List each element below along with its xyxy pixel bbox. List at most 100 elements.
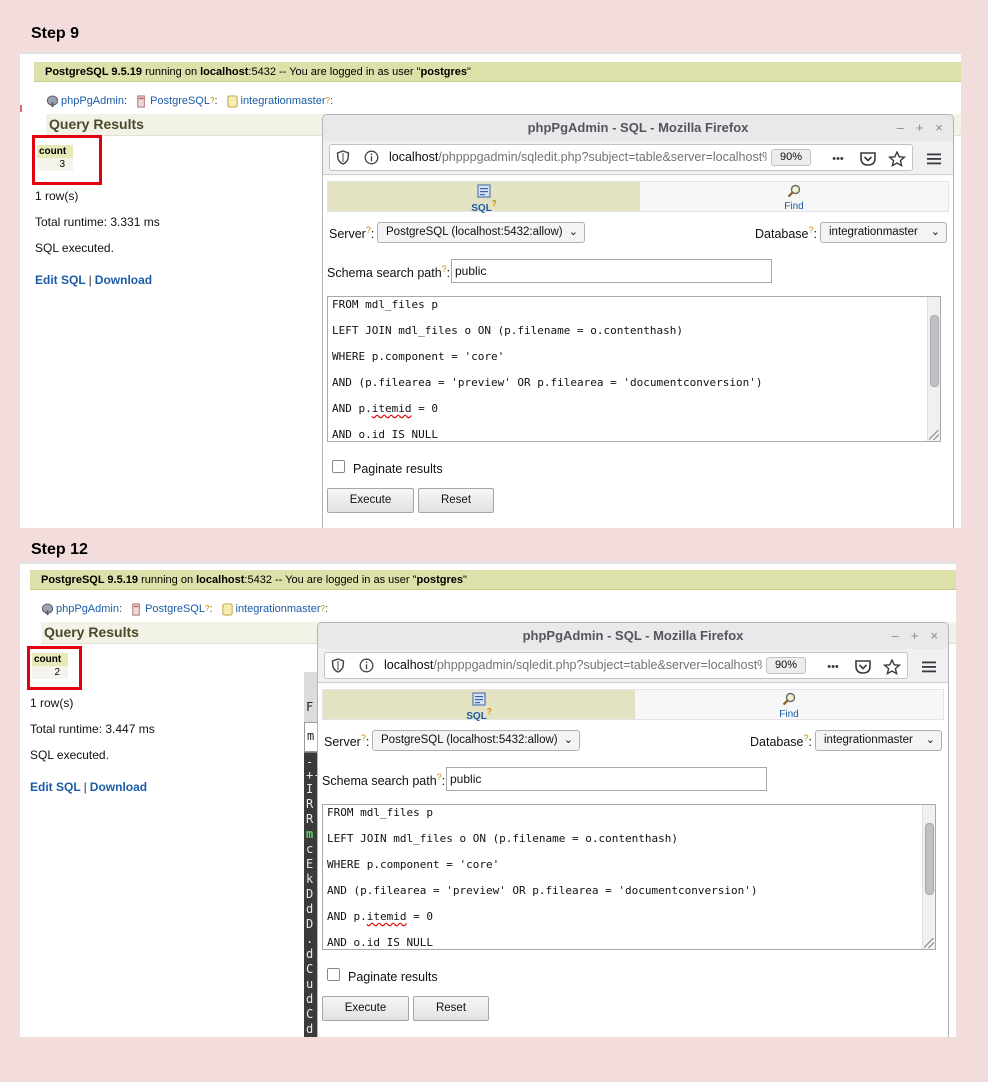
sql-scrollbar[interactable] <box>927 297 940 441</box>
sql-icon <box>477 184 491 198</box>
bookmark-star-icon[interactable] <box>888 151 906 167</box>
server-select[interactable]: PostgreSQL (localhost:5432:allow) ⌄ <box>377 222 585 243</box>
breadcrumb: phpPgAdmin: PostgreSQL?: integrationmast… <box>46 92 341 110</box>
breadcrumb-database-link[interactable]: integrationmaster <box>241 92 326 110</box>
execute-button[interactable]: Execute <box>322 996 409 1021</box>
maximize-button[interactable]: + <box>916 120 924 135</box>
elephant-icon <box>46 94 59 107</box>
info-icon[interactable] <box>364 150 379 165</box>
server-info-bar: PostgreSQL 9.5.19 running on localhost:5… <box>30 570 956 590</box>
schema-label: Schema search path?: <box>327 264 451 281</box>
database-select[interactable]: integrationmaster ⌄ <box>815 730 942 751</box>
page-actions-icon[interactable]: ••• <box>829 151 847 167</box>
resize-grip-icon[interactable] <box>924 938 934 948</box>
tab-find[interactable]: Find <box>635 690 943 720</box>
status-message: SQL executed. <box>35 241 114 255</box>
page-actions-icon[interactable]: ••• <box>824 659 842 675</box>
breadcrumb-phppgadmin-link[interactable]: phpPgAdmin <box>61 92 124 110</box>
resize-grip-icon[interactable] <box>929 430 939 440</box>
chevron-down-icon: ⌄ <box>563 734 573 746</box>
result-actions: Edit SQL | Download <box>35 273 153 287</box>
url-bar[interactable]: localhost/phpppgadmin/sqledit.php?subjec… <box>329 144 913 171</box>
chevron-down-icon: ⌄ <box>568 226 578 238</box>
minimize-button[interactable]: – <box>892 628 899 643</box>
server-icon <box>132 602 140 616</box>
paginate-label: Paginate results <box>348 970 438 984</box>
hamburger-menu-icon[interactable] <box>925 151 943 167</box>
runtime: Total runtime: 3.447 ms <box>30 722 155 736</box>
pocket-icon[interactable] <box>859 151 877 167</box>
tab-find[interactable]: Find <box>640 182 948 212</box>
pocket-icon[interactable] <box>854 659 872 675</box>
sql-editor[interactable]: FROM mdl_files p LEFT JOIN mdl_files o O… <box>327 296 941 442</box>
server-icon <box>137 94 145 108</box>
page-content: SQL? Find Server?: PostgreSQL (localhost… <box>318 684 948 1037</box>
database-label: Database?: <box>750 733 813 750</box>
result-actions: Edit SQL | Download <box>30 780 148 794</box>
magnifier-icon <box>782 692 796 706</box>
sql-icon <box>472 692 486 706</box>
step-9-heading: Step 9 <box>31 25 80 42</box>
reset-button[interactable]: Reset <box>418 488 494 513</box>
breadcrumb-server-link[interactable]: PostgreSQL <box>150 92 210 110</box>
paginate-checkbox[interactable] <box>327 968 340 981</box>
sql-editor[interactable]: FROM mdl_files p LEFT JOIN mdl_files o O… <box>322 804 936 950</box>
chevron-down-icon: ⌄ <box>930 226 940 238</box>
browser-toolbar: localhost/phpppgadmin/sqledit.php?subjec… <box>318 649 948 683</box>
chevron-down-icon: ⌄ <box>925 734 935 746</box>
database-select[interactable]: integrationmaster ⌄ <box>820 222 947 243</box>
shield-icon[interactable] <box>331 658 345 673</box>
database-icon <box>226 94 238 108</box>
bookmark-star-icon[interactable] <box>883 659 901 675</box>
schema-input[interactable]: public <box>446 767 767 791</box>
sql-scrollbar[interactable] <box>922 805 935 949</box>
breadcrumb-database-link[interactable]: integrationmaster <box>236 600 321 618</box>
magnifier-icon <box>787 184 801 198</box>
window-controls: – + × <box>885 115 943 141</box>
scrollbar-thumb[interactable] <box>930 315 939 387</box>
status-message: SQL executed. <box>30 748 109 762</box>
reset-button[interactable]: Reset <box>413 996 489 1021</box>
hamburger-menu-icon[interactable] <box>920 659 938 675</box>
zoom-level[interactable]: 90% <box>766 657 806 674</box>
shield-icon[interactable] <box>336 150 350 165</box>
execute-button[interactable]: Execute <box>327 488 414 513</box>
query-results-title: Query Results <box>49 116 144 132</box>
highlight-box <box>27 646 82 690</box>
url-bar[interactable]: localhost/phpppgadmin/sqledit.php?subjec… <box>324 652 908 679</box>
close-button[interactable]: × <box>930 628 938 643</box>
query-results-title: Query Results <box>44 624 139 640</box>
edit-sql-link[interactable]: Edit SQL <box>30 780 81 794</box>
url-text: localhost/phpppgadmin/sqledit.php?subjec… <box>389 150 767 164</box>
edge-marker <box>20 105 22 112</box>
download-link[interactable]: Download <box>90 780 147 794</box>
server-label: Server?: <box>329 225 375 242</box>
close-button[interactable]: × <box>935 120 943 135</box>
highlight-box <box>32 135 102 185</box>
paginate-label: Paginate results <box>353 462 443 476</box>
window-title: phpPgAdmin - SQL - Mozilla Firefox <box>323 115 953 141</box>
scrollbar-thumb[interactable] <box>925 823 934 895</box>
browser-toolbar: localhost/phpppgadmin/sqledit.php?subjec… <box>323 141 953 175</box>
tab-sql[interactable]: SQL? <box>323 690 635 722</box>
maximize-button[interactable]: + <box>911 628 919 643</box>
step-9-screenshot: PostgreSQL 9.5.19 running on localhost:5… <box>20 52 961 528</box>
breadcrumb-phppgadmin-link[interactable]: phpPgAdmin <box>56 600 119 618</box>
firefox-sql-window: phpPgAdmin - SQL - Mozilla Firefox – + × l… <box>322 114 954 528</box>
download-link[interactable]: Download <box>95 273 152 287</box>
schema-label: Schema search path?: <box>322 772 446 789</box>
info-icon[interactable] <box>359 658 374 673</box>
schema-input[interactable]: public <box>451 259 772 283</box>
zoom-level[interactable]: 90% <box>771 149 811 166</box>
minimize-button[interactable]: – <box>897 120 904 135</box>
breadcrumb-server-link[interactable]: PostgreSQL <box>145 600 205 618</box>
server-select[interactable]: PostgreSQL (localhost:5432:allow) ⌄ <box>372 730 580 751</box>
elephant-icon <box>41 602 54 615</box>
paginate-checkbox[interactable] <box>332 460 345 473</box>
tab-sql[interactable]: SQL? <box>328 182 640 214</box>
step-12-heading: Step 12 <box>31 541 88 558</box>
server-label: Server?: <box>324 733 370 750</box>
edit-sql-link[interactable]: Edit SQL <box>35 273 86 287</box>
sql-find-tabs: SQL? Find <box>322 689 944 722</box>
row-count: 1 row(s) <box>35 189 79 203</box>
